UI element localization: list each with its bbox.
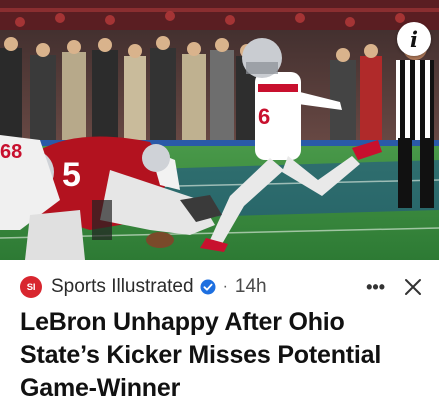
source-logo-text: SI: [26, 281, 36, 293]
svg-text:68: 68: [0, 141, 22, 163]
svg-text:6: 6: [258, 104, 270, 129]
info-button[interactable]: i: [397, 22, 431, 56]
article-headline[interactable]: LeBron Unhappy After Ohio State’s Kicker…: [20, 306, 428, 405]
close-icon: [405, 279, 421, 295]
info-icon: i: [410, 26, 418, 52]
source-logo[interactable]: SI: [20, 276, 42, 298]
verified-badge-icon: [200, 279, 216, 295]
published-time: 14h: [234, 276, 267, 297]
more-icon: •••: [366, 276, 385, 297]
close-button[interactable]: [401, 275, 425, 299]
meta-separator: ·: [222, 278, 228, 295]
source-name[interactable]: Sports Illustrated: [51, 276, 194, 298]
article-meta-row: SI Sports Illustrated · 14h •••: [20, 274, 429, 300]
more-options-button[interactable]: •••: [366, 274, 385, 300]
article-photo[interactable]: 6 5 68 i: [0, 0, 439, 260]
svg-text:5: 5: [62, 156, 81, 194]
